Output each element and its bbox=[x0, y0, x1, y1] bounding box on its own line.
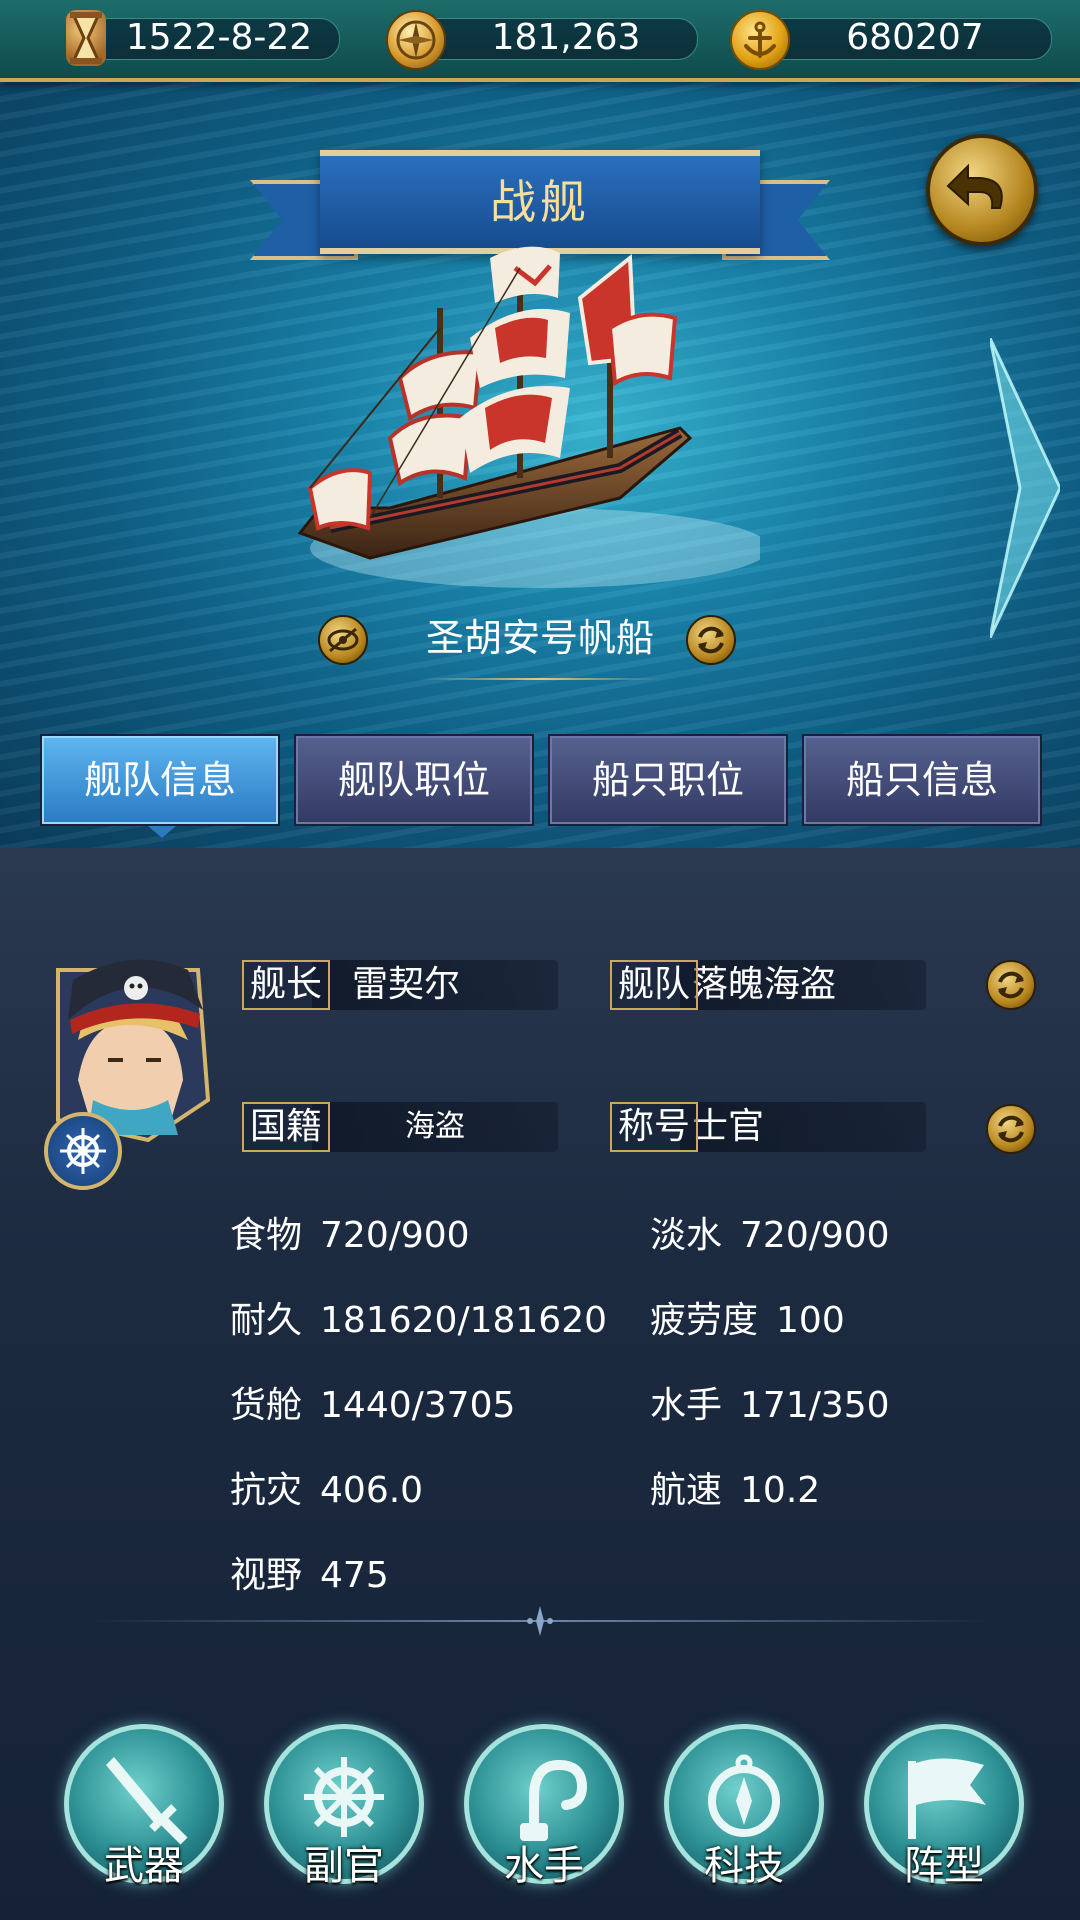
stat-fatigue: 疲劳度 100 bbox=[650, 1297, 845, 1345]
stat-value: 1440/3705 bbox=[320, 1385, 516, 1426]
stat-value: 10.2 bbox=[740, 1470, 821, 1511]
date-resource: 1522-8-22 bbox=[58, 10, 348, 66]
stat-label: 视野 bbox=[230, 1555, 303, 1596]
lieutenant-label: 副官 bbox=[304, 1843, 384, 1889]
formation-button[interactable]: 阵型 bbox=[864, 1724, 1024, 1889]
tab-ship-info[interactable]: 船只信息 bbox=[802, 734, 1042, 826]
stat-value: 181620/181620 bbox=[320, 1300, 607, 1341]
active-tab-pointer bbox=[148, 826, 176, 838]
stat-label: 水手 bbox=[650, 1385, 723, 1426]
rank-title-value: 士官 bbox=[680, 1102, 926, 1152]
hook-icon bbox=[520, 1759, 588, 1841]
captain-label: 舰长 bbox=[242, 960, 331, 1010]
refresh-icon bbox=[998, 1115, 1024, 1143]
ship-wheel-icon bbox=[60, 1128, 106, 1174]
lieutenant-button[interactable]: 副官 bbox=[264, 1724, 424, 1889]
nationality-label: 国籍 bbox=[242, 1102, 331, 1152]
back-button[interactable] bbox=[926, 134, 1038, 246]
stat-sailors: 水手 171/350 bbox=[650, 1382, 890, 1430]
refresh-icon bbox=[998, 971, 1024, 999]
anchor-coin-icon bbox=[730, 10, 790, 70]
stat-food: 食物 720/900 bbox=[230, 1212, 470, 1260]
back-arrow-icon bbox=[946, 163, 1003, 209]
gold-value: 680207 bbox=[846, 17, 984, 58]
technology-label: 科技 bbox=[704, 1843, 784, 1889]
ship-viewer: 战舰 圣胡安号帆船 bbox=[0, 78, 1080, 848]
compass-resource: 181,263 bbox=[386, 10, 698, 70]
tab-fleet-info[interactable]: 舰队信息 bbox=[40, 734, 280, 826]
stat-value: 406.0 bbox=[320, 1470, 424, 1511]
next-ship-arrow[interactable] bbox=[990, 338, 1060, 638]
rank-title-field: 士官 称号 bbox=[610, 1102, 926, 1152]
stat-value: 720/900 bbox=[320, 1215, 470, 1256]
stat-value: 475 bbox=[320, 1555, 389, 1596]
fleet-value: 落魄海盗 bbox=[680, 960, 926, 1010]
eye-hidden-icon bbox=[327, 627, 359, 653]
captain-value: 雷契尔 bbox=[312, 960, 558, 1010]
stat-durability: 耐久 181620/181620 bbox=[230, 1297, 607, 1345]
divider-ornament-icon bbox=[527, 1606, 553, 1636]
change-title-button[interactable] bbox=[986, 1104, 1036, 1154]
ship-name: 圣胡安号帆船 bbox=[425, 616, 654, 660]
stat-label: 淡水 bbox=[650, 1215, 723, 1256]
captain-field: 雷契尔 舰长 bbox=[242, 960, 558, 1010]
rank-title-label: 称号 bbox=[610, 1102, 699, 1152]
sailors-label: 水手 bbox=[504, 1843, 584, 1889]
ship-image[interactable] bbox=[290, 228, 760, 648]
date-value: 1522-8-22 bbox=[125, 17, 313, 58]
stat-label: 航速 bbox=[650, 1470, 723, 1511]
hourglass-icon bbox=[66, 10, 106, 66]
change-fleet-button[interactable] bbox=[986, 960, 1036, 1010]
sailors-button[interactable]: 水手 bbox=[464, 1724, 624, 1889]
stat-label: 抗灾 bbox=[230, 1470, 303, 1511]
stat-disaster-resist: 抗灾 406.0 bbox=[230, 1467, 423, 1515]
stat-label: 耐久 bbox=[230, 1300, 303, 1341]
tab-fleet-positions[interactable]: 舰队职位 bbox=[294, 734, 534, 826]
gold-resource: 680207 bbox=[730, 10, 1052, 70]
technology-button[interactable]: 科技 bbox=[664, 1724, 824, 1889]
stat-water: 淡水 720/900 bbox=[650, 1212, 890, 1260]
formation-label: 阵型 bbox=[904, 1843, 984, 1889]
sword-icon bbox=[106, 1757, 188, 1845]
resource-bar: 1522-8-22 181,263 680207 bbox=[0, 0, 1080, 82]
flag-icon bbox=[908, 1758, 986, 1839]
nation-badge bbox=[44, 1112, 122, 1190]
stat-speed: 航速 10.2 bbox=[650, 1467, 820, 1515]
stat-value: 720/900 bbox=[740, 1215, 890, 1256]
ship-name-row: 圣胡安号帆船 bbox=[0, 608, 1080, 668]
switch-ship-button[interactable] bbox=[686, 615, 736, 665]
nationality-value: 海盗 bbox=[312, 1102, 558, 1152]
fleet-field: 落魄海盗 舰队 bbox=[610, 960, 926, 1010]
stat-label: 疲劳度 bbox=[650, 1300, 759, 1341]
tab-bar: 舰队信息 舰队职位 船只职位 船只信息 bbox=[40, 734, 1042, 826]
stat-value: 100 bbox=[776, 1300, 845, 1341]
compass-icon bbox=[386, 10, 446, 70]
refresh-icon bbox=[698, 626, 724, 654]
stat-cargo: 货舱 1440/3705 bbox=[230, 1382, 515, 1430]
stat-label: 货舱 bbox=[230, 1385, 303, 1426]
fleet-label: 舰队 bbox=[610, 960, 699, 1010]
stat-label: 食物 bbox=[230, 1215, 303, 1256]
ship-wheel-icon bbox=[304, 1757, 384, 1837]
weapons-button[interactable]: 武器 bbox=[64, 1724, 224, 1889]
stat-value: 171/350 bbox=[740, 1385, 890, 1426]
tab-ship-positions[interactable]: 船只职位 bbox=[548, 734, 788, 826]
stat-vision: 视野 475 bbox=[230, 1552, 389, 1600]
hide-button[interactable] bbox=[318, 615, 368, 665]
compass-icon bbox=[708, 1754, 780, 1837]
compass-value: 181,263 bbox=[491, 17, 641, 58]
weapons-label: 武器 bbox=[104, 1843, 184, 1889]
nationality-field: 海盗 国籍 bbox=[242, 1102, 558, 1152]
